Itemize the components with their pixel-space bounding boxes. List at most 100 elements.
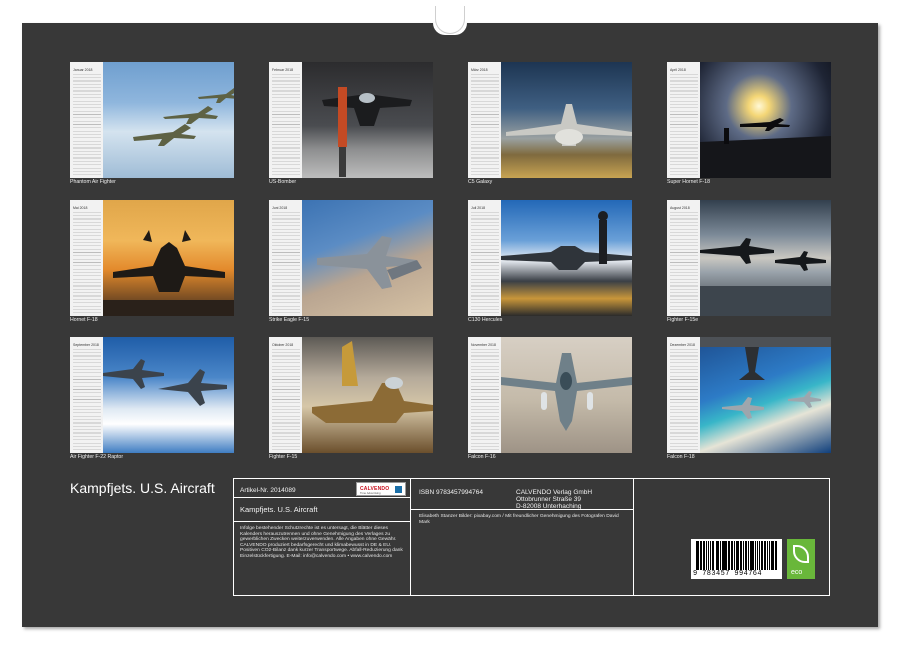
barcode-bar — [772, 541, 773, 570]
article-number: Artikel-Nr. 2014089 — [240, 487, 296, 494]
isbn: ISBN 9783457994764 — [419, 489, 483, 496]
month-photo — [302, 200, 433, 316]
month-photo — [501, 337, 632, 453]
barcode-bar — [725, 541, 726, 570]
barcode-bar — [750, 541, 751, 570]
publisher-line: Ottobrunner Straße 39 — [516, 496, 592, 503]
month-july: Juli 2018 C130 Hercules — [468, 200, 632, 326]
photo-credits: Elisabeth Stanzer Bilder: pixabay.com / … — [419, 514, 629, 525]
barcode-bar — [776, 541, 777, 570]
month-calendar-strip: Oktober 2018 — [269, 337, 302, 453]
info-column-product: Artikel-Nr. 2014089 CALVENDO Time Advert… — [234, 479, 411, 595]
month-january: Januar 2018 Phantom Air Fighter — [70, 62, 234, 188]
month-calendar-strip: April 2018 — [667, 62, 700, 178]
month-caption: Phantom Air Fighter — [70, 179, 116, 185]
barcode-bar — [713, 541, 714, 570]
jets-formation-image — [103, 62, 234, 178]
barcode-bars — [696, 541, 778, 570]
month-photo — [302, 62, 433, 178]
month-march: März 2018 C5 Galaxy — [468, 62, 632, 188]
barcode-digits: 9 783457 994764 — [693, 570, 762, 578]
month-calendar-strip: November 2018 — [468, 337, 501, 453]
month-calendar-strip: Juli 2018 — [468, 200, 501, 316]
hornet-front-image — [103, 200, 234, 316]
leaf-icon — [793, 545, 809, 563]
logo-subtext: Time Advertising — [360, 491, 381, 495]
month-caption: Falcon F-16 — [468, 454, 496, 460]
product-title: Kampfjets. U.S. Aircraft — [234, 498, 410, 522]
article-number-row: Artikel-Nr. 2014089 CALVENDO Time Advert… — [234, 479, 410, 498]
month-calendar-strip: März 2018 — [468, 62, 501, 178]
barcode-bar — [737, 541, 738, 570]
f15e-pair-image — [700, 200, 831, 316]
info-column-publisher: ISBN 9783457994764 CALVENDO Verlag GmbH … — [411, 479, 634, 595]
month-december: Dezember 2018 Falcon F-18 — [667, 337, 831, 463]
month-caption: Hornet F-18 — [70, 317, 98, 323]
barcode-bar — [706, 541, 707, 570]
month-caption: US-Bomber — [269, 179, 296, 185]
barcode-bar — [753, 541, 754, 570]
barcode-bar — [757, 541, 758, 570]
galaxy-image — [501, 62, 632, 178]
month-caption: Super Hornet F-18 — [667, 179, 710, 185]
month-photo — [103, 200, 234, 316]
calvendo-logo: CALVENDO Time Advertising — [356, 482, 406, 496]
falcon-front-image — [501, 337, 632, 453]
month-may: Mai 2018 Hornet F-18 — [70, 200, 234, 326]
tanker-refuel-image — [700, 337, 831, 453]
month-photo — [302, 337, 433, 453]
barcode-bar — [710, 541, 711, 570]
month-calendar-strip: Juni 2018 — [269, 200, 302, 316]
barcode-bar — [717, 541, 719, 570]
month-photo — [700, 62, 831, 178]
month-photo — [700, 200, 831, 316]
month-august: August 2018 Fighter F-15e — [667, 200, 831, 326]
barcode-bar — [722, 541, 723, 570]
f15-tail-image — [302, 337, 433, 453]
month-october: Oktober 2018 Fighter F-15 — [269, 337, 433, 463]
barcode-bar — [703, 541, 705, 570]
strike-eagle-image — [302, 200, 433, 316]
bomber-image — [302, 62, 433, 178]
month-photo — [103, 337, 234, 453]
month-calendar-strip: Januar 2018 — [70, 62, 103, 178]
month-calendar-strip: Februar 2018 — [269, 62, 302, 178]
barcode-bar — [745, 541, 747, 570]
month-photo — [501, 200, 632, 316]
month-caption: C130 Hercules — [468, 317, 502, 323]
month-calendar-strip: September 2018 — [70, 337, 103, 453]
divider — [411, 509, 633, 510]
month-calendar-strip: Mai 2018 — [70, 200, 103, 316]
month-november: November 2018 Falcon F-16 — [468, 337, 632, 463]
barcode-bar — [731, 541, 733, 570]
month-calendar-strip: August 2018 — [667, 200, 700, 316]
month-april: April 2018 Super Hornet F-18 — [667, 62, 831, 188]
carrier-launch-image — [700, 62, 831, 178]
month-caption: C5 Galaxy — [468, 179, 492, 185]
publisher-line: CALVENDO Verlag GmbH — [516, 489, 592, 496]
month-photo — [501, 62, 632, 178]
month-september: September 2018 Air Fighter F-22 Raptor — [70, 337, 234, 463]
eco-label: eco — [791, 569, 802, 576]
legal-text: Infolge bestehender Schutzrechte ist es … — [234, 522, 410, 560]
month-photo — [700, 337, 831, 453]
barcode-bar — [697, 541, 698, 570]
eco-badge: eco — [787, 539, 815, 579]
barcode-bar — [769, 541, 770, 570]
raptor-pair-image — [103, 337, 234, 453]
month-caption: Falcon F-18 — [667, 454, 695, 460]
barcode-bar — [734, 541, 735, 570]
month-caption: Strike Eagle F-15 — [269, 317, 309, 323]
barcode-bar — [765, 541, 766, 570]
logo-mark-icon — [395, 486, 402, 493]
publisher-address: CALVENDO Verlag GmbH Ottobrunner Straße … — [516, 489, 592, 511]
barcode-bar — [761, 541, 763, 570]
barcode: 9 783457 994764 — [691, 539, 782, 579]
month-caption: Fighter F-15e — [667, 317, 698, 323]
month-calendar-strip: Dezember 2018 — [667, 337, 700, 453]
barcode-bar — [741, 541, 742, 570]
month-caption: Air Fighter F-22 Raptor — [70, 454, 123, 460]
barcode-bar — [701, 541, 702, 570]
calendar-title: Kampfjets. U.S. Aircraft — [70, 481, 220, 496]
month-photo — [103, 62, 234, 178]
